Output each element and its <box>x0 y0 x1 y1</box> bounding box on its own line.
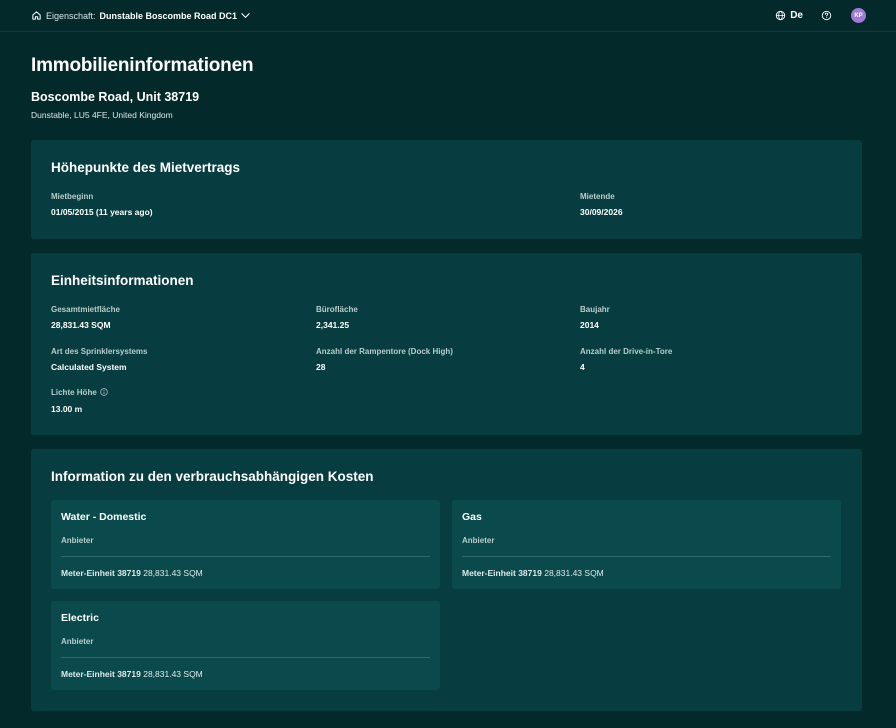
total-area-value: 28,831.43 SQM <box>51 320 111 330</box>
utility-card-gas: Gas Anbieter Meter-Einheit 38719 28,831.… <box>452 500 841 589</box>
total-area-label: Gesamtmietfläche <box>51 305 120 314</box>
provider-label: Anbieter <box>61 637 94 646</box>
meter-label: Meter-Einheit 38719 <box>462 568 542 578</box>
divider <box>61 657 430 658</box>
app-frame: Eigenschaft: Dunstable Boscombe Road DC1… <box>0 0 896 728</box>
chevron-down-icon[interactable] <box>240 10 251 21</box>
language-label: De <box>790 10 803 21</box>
utility-name: Gas <box>462 511 482 523</box>
property-selector[interactable]: Eigenschaft: Dunstable Boscombe Road DC1 <box>31 10 251 21</box>
divider <box>462 556 831 557</box>
help-icon[interactable] <box>821 10 832 21</box>
meter-label: Meter-Einheit 38719 <box>61 669 141 679</box>
page-title: Immobilieninformationen <box>31 55 254 76</box>
lease-start-value: 01/05/2015 (11 years ago) <box>51 207 153 217</box>
meter-info: Meter-Einheit 38719 28,831.43 SQM <box>462 568 604 578</box>
drive-in-doors-label: Anzahl der Drive-in-Tore <box>580 347 673 356</box>
year-built-label: Baujahr <box>580 305 610 314</box>
provider-label: Anbieter <box>61 536 94 545</box>
avatar[interactable]: KP <box>851 8 866 23</box>
dock-doors-value: 28 <box>316 362 326 372</box>
clear-height-label: Lichte Höhe <box>51 388 97 397</box>
property-label: Eigenschaft: <box>46 10 96 21</box>
utility-card-electric: Electric Anbieter Meter-Einheit 38719 28… <box>51 601 440 690</box>
unit-information-card: Einheitsinformationen Gesamtmietfläche 2… <box>31 253 862 435</box>
lease-highlights-card: Höhepunkte des Mietvertrags Mietbeginn 0… <box>31 140 862 239</box>
clear-height-field: Lichte Höhe <box>51 388 108 397</box>
meter-info: Meter-Einheit 38719 28,831.43 SQM <box>61 568 203 578</box>
utility-card-water: Water - Domestic Anbieter Meter-Einheit … <box>51 500 440 589</box>
unit-information-title: Einheitsinformationen <box>51 273 194 288</box>
language-selector[interactable]: De <box>775 10 803 21</box>
dock-doors-label: Anzahl der Rampentore (Dock High) <box>316 347 453 356</box>
info-icon[interactable] <box>100 388 108 396</box>
utility-name: Electric <box>61 612 99 624</box>
lease-start-label: Mietbeginn <box>51 192 94 201</box>
year-built-value: 2014 <box>580 320 599 330</box>
meter-value: 28,831.43 SQM <box>143 669 203 679</box>
utility-name: Water - Domestic <box>61 511 147 523</box>
meter-info: Meter-Einheit 38719 28,831.43 SQM <box>61 669 203 679</box>
office-area-value: 2,341.25 <box>316 320 350 330</box>
unit-title: Boscombe Road, Unit 38719 <box>31 90 200 104</box>
lease-end-label: Mietende <box>580 192 615 201</box>
meter-value: 28,831.43 SQM <box>544 568 604 578</box>
property-name: Dunstable Boscombe Road DC1 <box>99 10 238 21</box>
top-bar: Eigenschaft: Dunstable Boscombe Road DC1… <box>0 0 896 32</box>
lease-highlights-title: Höhepunkte des Mietvertrags <box>51 160 241 175</box>
utilities-card: Information zu den verbrauchsabhängigen … <box>31 449 862 711</box>
provider-label: Anbieter <box>462 536 495 545</box>
utilities-title: Information zu den verbrauchsabhängigen … <box>51 469 374 484</box>
meter-label: Meter-Einheit 38719 <box>61 568 141 578</box>
lease-end-value: 30/09/2026 <box>580 207 623 217</box>
clear-height-value: 13.00 m <box>51 404 83 414</box>
divider <box>61 556 430 557</box>
address: Dunstable, LU5 4FE, United Kingdom <box>31 110 173 120</box>
home-icon <box>31 10 42 21</box>
sprinkler-label: Art des Sprinklersystems <box>51 347 148 356</box>
sprinkler-value: Calculated System <box>51 362 127 372</box>
meter-value: 28,831.43 SQM <box>143 568 203 578</box>
office-area-label: Bürofläche <box>316 305 358 314</box>
globe-icon <box>775 10 786 21</box>
drive-in-doors-value: 4 <box>580 362 585 372</box>
